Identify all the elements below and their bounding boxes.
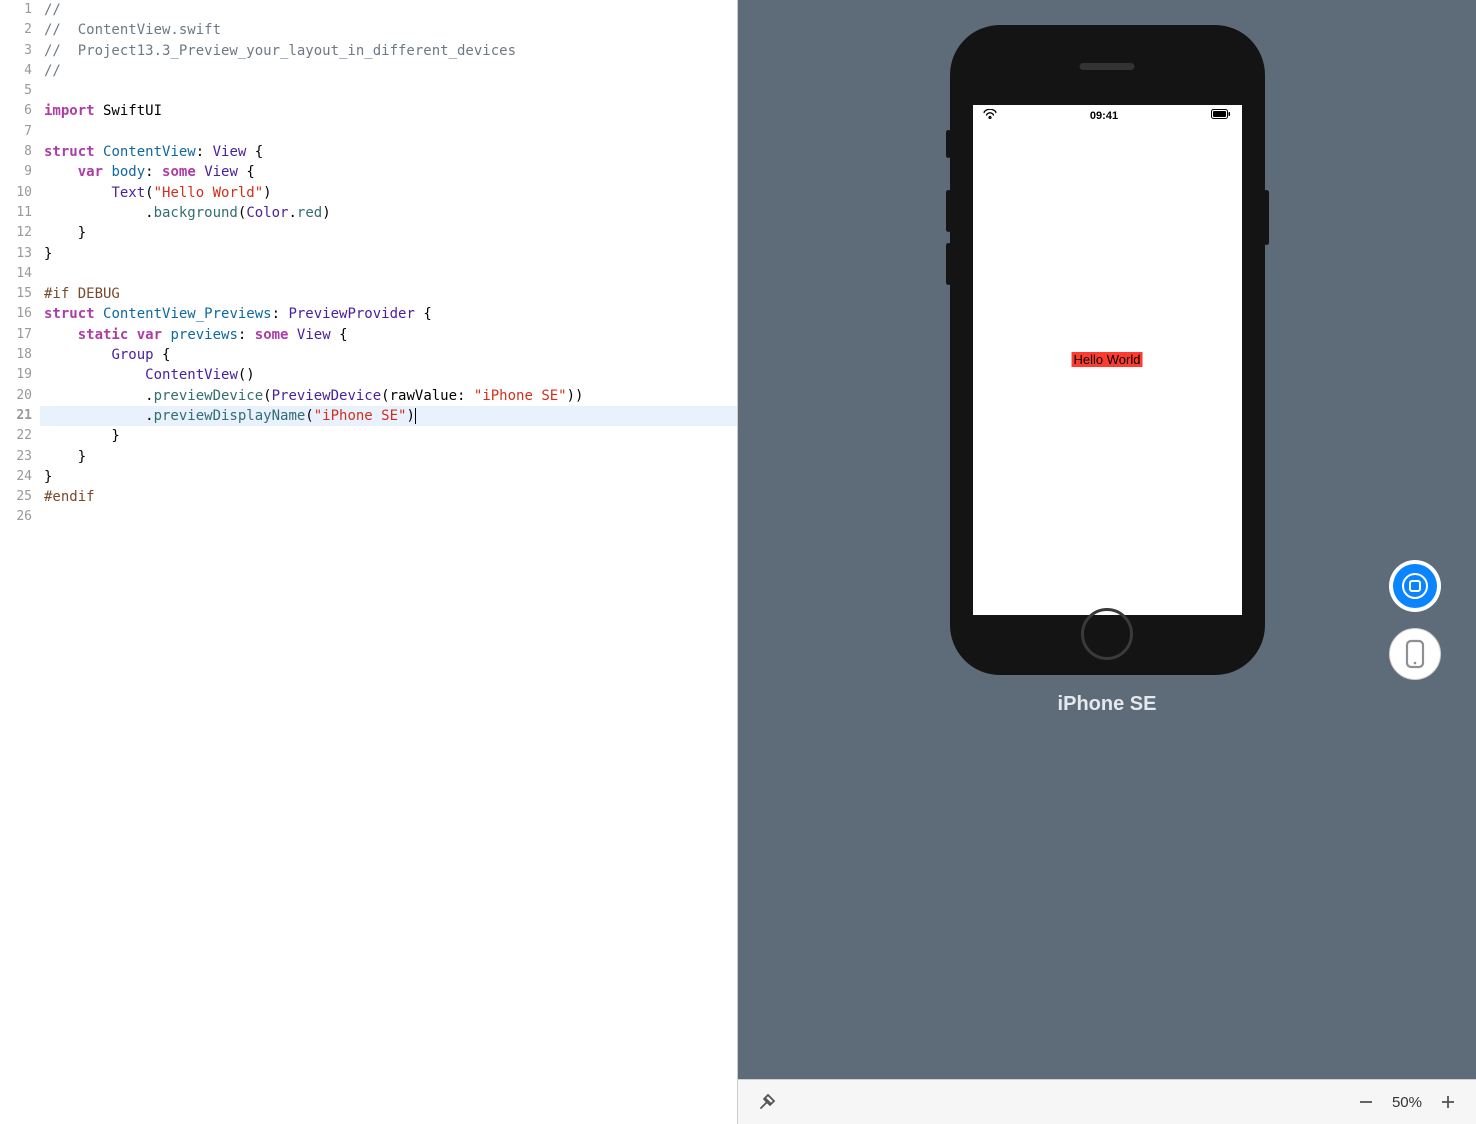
- code-line[interactable]: [40, 122, 737, 142]
- line-number: 15: [0, 284, 32, 304]
- code-line[interactable]: #endif: [40, 487, 737, 507]
- code-line[interactable]: }: [40, 447, 737, 467]
- line-number: 2: [0, 20, 32, 40]
- wifi-icon: [983, 109, 997, 122]
- code-line[interactable]: // ContentView.swift: [40, 20, 737, 40]
- device-label: iPhone SE: [1058, 693, 1157, 716]
- code-line[interactable]: }: [40, 244, 737, 264]
- code-area[interactable]: //// ContentView.swift// Project13.3_Pre…: [40, 0, 737, 528]
- code-line[interactable]: .previewDevice(PreviewDevice(rawValue: "…: [40, 386, 737, 406]
- code-line[interactable]: //: [40, 61, 737, 81]
- phone-volume-down: [946, 243, 951, 285]
- code-line[interactable]: }: [40, 467, 737, 487]
- line-number: 21: [0, 406, 32, 426]
- line-number: 22: [0, 426, 32, 446]
- preview-toolbar: 50%: [738, 1079, 1476, 1124]
- device-frame: 09:41 Hello World: [950, 25, 1265, 675]
- line-number: 14: [0, 264, 32, 284]
- code-line[interactable]: }: [40, 426, 737, 446]
- line-number: 11: [0, 203, 32, 223]
- phone-mute-switch: [946, 130, 951, 158]
- code-line[interactable]: static var previews: some View {: [40, 325, 737, 345]
- code-line[interactable]: // Project13.3_Preview_your_layout_in_di…: [40, 41, 737, 61]
- zoom-in-button[interactable]: [1440, 1094, 1456, 1110]
- live-preview-button[interactable]: [1389, 560, 1441, 612]
- line-number: 18: [0, 345, 32, 365]
- code-line[interactable]: #if DEBUG: [40, 284, 737, 304]
- status-bar: 09:41: [973, 105, 1242, 126]
- line-number: 1: [0, 0, 32, 20]
- status-time: 09:41: [1090, 110, 1118, 122]
- app-content: Hello World: [1072, 352, 1143, 368]
- preview-pane: 09:41 Hello World iPhone SE: [738, 0, 1476, 1124]
- zoom-out-button[interactable]: [1358, 1094, 1374, 1110]
- code-editor[interactable]: 1234567891011121314151617181920212223242…: [0, 0, 738, 1124]
- line-number: 25: [0, 487, 32, 507]
- line-number: 20: [0, 386, 32, 406]
- line-number: 6: [0, 101, 32, 121]
- code-line[interactable]: }: [40, 223, 737, 243]
- line-number-gutter: 1234567891011121314151617181920212223242…: [0, 0, 40, 528]
- line-number: 7: [0, 122, 32, 142]
- line-number: 23: [0, 447, 32, 467]
- battery-icon: [1211, 109, 1231, 122]
- pin-icon[interactable]: [758, 1093, 776, 1111]
- line-number: 4: [0, 61, 32, 81]
- line-number: 19: [0, 365, 32, 385]
- line-number: 8: [0, 142, 32, 162]
- phone-home-button: [1081, 608, 1133, 660]
- phone-speaker: [1080, 63, 1135, 70]
- code-line[interactable]: import SwiftUI: [40, 101, 737, 121]
- device-screen[interactable]: 09:41 Hello World: [973, 105, 1242, 615]
- line-number: 9: [0, 162, 32, 182]
- line-number: 12: [0, 223, 32, 243]
- line-number: 10: [0, 183, 32, 203]
- code-line[interactable]: struct ContentView: View {: [40, 142, 737, 162]
- code-line[interactable]: .background(Color.red): [40, 203, 737, 223]
- line-number: 16: [0, 304, 32, 324]
- code-line[interactable]: //: [40, 0, 737, 20]
- preview-on-device-button[interactable]: [1389, 628, 1441, 680]
- code-line[interactable]: .previewDisplayName("iPhone SE"): [40, 406, 737, 426]
- phone-power-button: [1264, 190, 1269, 245]
- code-line[interactable]: var body: some View {: [40, 162, 737, 182]
- zoom-level[interactable]: 50%: [1392, 1094, 1422, 1111]
- code-line[interactable]: [40, 81, 737, 101]
- code-line[interactable]: Text("Hello World"): [40, 183, 737, 203]
- code-line[interactable]: [40, 264, 737, 284]
- line-number: 5: [0, 81, 32, 101]
- line-number: 24: [0, 467, 32, 487]
- preview-canvas[interactable]: 09:41 Hello World iPhone SE: [738, 0, 1476, 1079]
- code-line[interactable]: ContentView(): [40, 365, 737, 385]
- line-number: 26: [0, 507, 32, 527]
- code-line[interactable]: struct ContentView_Previews: PreviewProv…: [40, 304, 737, 324]
- code-line[interactable]: Group {: [40, 345, 737, 365]
- line-number: 3: [0, 41, 32, 61]
- code-line[interactable]: [40, 507, 737, 527]
- line-number: 13: [0, 244, 32, 264]
- hello-world-text: Hello World: [1072, 352, 1143, 367]
- line-number: 17: [0, 325, 32, 345]
- phone-volume-up: [946, 190, 951, 232]
